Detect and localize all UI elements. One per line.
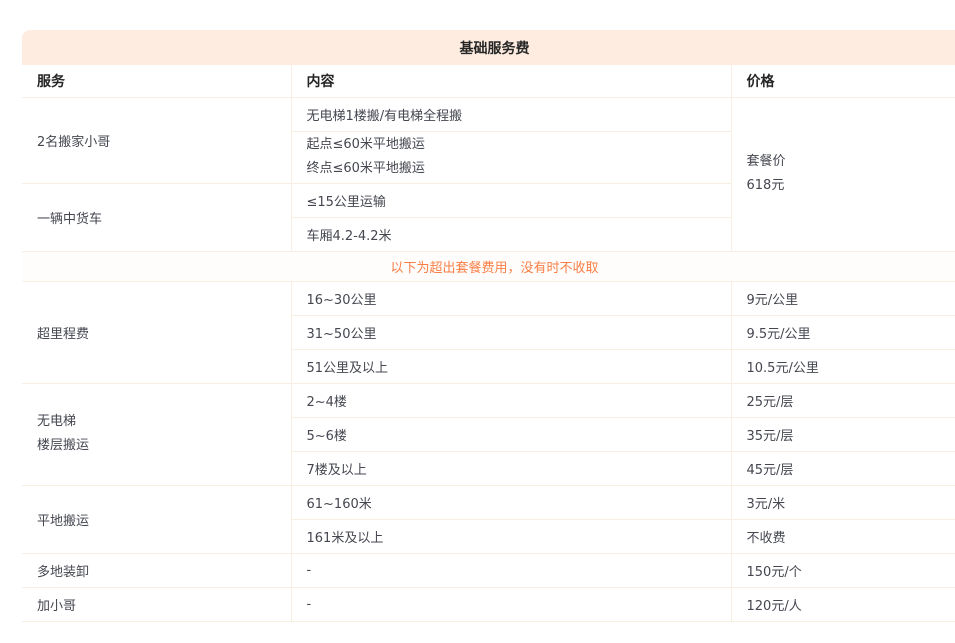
content-cell: 2~4楼 (291, 383, 731, 417)
content-cell: 61~160米 (291, 485, 731, 519)
price-cell: 25元/层 (731, 383, 955, 417)
column-header-content: 内容 (291, 65, 731, 97)
content-cell: 车厢4.2-4.2米 (291, 217, 731, 251)
service-cell: 超里程费 (22, 281, 291, 383)
content-cell: 51公里及以上 (291, 349, 731, 383)
service-cell: 加小哥 (22, 587, 291, 621)
content-cell: 161米及以上 (291, 519, 731, 553)
separator-note: 以下为超出套餐费用，没有时不收取 (22, 251, 955, 281)
separator-row: 以下为超出套餐费用，没有时不收取 (22, 251, 955, 281)
price-cell: 45元/层 (731, 451, 955, 485)
pricing-table-card: 基础服务费 服务 内容 价格 2名搬家小哥 无电梯1楼搬/有电梯全程搬 套餐价 … (22, 30, 955, 622)
column-header-service: 服务 (22, 65, 291, 97)
content-cell: - (291, 553, 731, 587)
table-row: 平地搬运 61~160米 3元/米 (22, 485, 955, 519)
service-cell: 2名搬家小哥 (22, 97, 291, 183)
table-row: 2名搬家小哥 无电梯1楼搬/有电梯全程搬 套餐价 618元 (22, 97, 955, 131)
price-cell: 不收费 (731, 519, 955, 553)
price-cell: 9元/公里 (731, 281, 955, 315)
service-cell: 无电梯 楼层搬运 (22, 383, 291, 485)
content-cell: 31~50公里 (291, 315, 731, 349)
price-cell: 35元/层 (731, 417, 955, 451)
table-title: 基础服务费 (22, 30, 955, 65)
price-cell: 10.5元/公里 (731, 349, 955, 383)
service-cell: 多地装卸 (22, 553, 291, 587)
package-price-cell: 套餐价 618元 (731, 97, 955, 251)
column-header-row: 服务 内容 价格 (22, 65, 955, 97)
content-cell: - (291, 587, 731, 621)
pricing-table: 服务 内容 价格 2名搬家小哥 无电梯1楼搬/有电梯全程搬 套餐价 618元 起… (22, 65, 955, 622)
content-cell: 无电梯1楼搬/有电梯全程搬 (291, 97, 731, 131)
price-cell: 3元/米 (731, 485, 955, 519)
table-row: 多地装卸 - 150元/个 (22, 553, 955, 587)
price-cell: 150元/个 (731, 553, 955, 587)
price-cell: 120元/人 (731, 587, 955, 621)
content-cell: 16~30公里 (291, 281, 731, 315)
table-row: 超里程费 16~30公里 9元/公里 (22, 281, 955, 315)
table-row: 无电梯 楼层搬运 2~4楼 25元/层 (22, 383, 955, 417)
service-cell: 一辆中货车 (22, 183, 291, 251)
content-cell: 5~6楼 (291, 417, 731, 451)
content-cell: ≤15公里运输 (291, 183, 731, 217)
content-cell: 起点≤60米平地搬运 终点≤60米平地搬运 (291, 131, 731, 183)
price-cell: 9.5元/公里 (731, 315, 955, 349)
service-cell: 平地搬运 (22, 485, 291, 553)
content-cell: 7楼及以上 (291, 451, 731, 485)
column-header-price: 价格 (731, 65, 955, 97)
table-row: 加小哥 - 120元/人 (22, 587, 955, 621)
